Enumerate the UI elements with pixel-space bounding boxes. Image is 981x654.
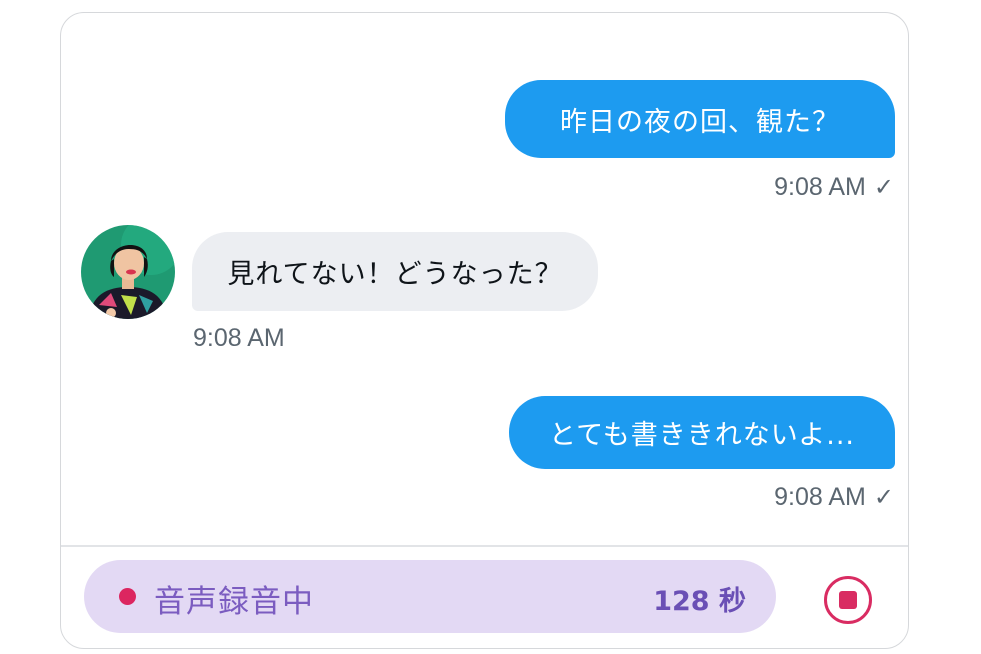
message-bubble-outgoing[interactable]: 昨日の夜の回、観た？ (505, 80, 895, 158)
message-text: 見れてない！どうなった？ (227, 259, 563, 290)
message-timestamp: 9:08 AM (193, 324, 285, 352)
avatar-image (81, 225, 175, 319)
recording-label: 音声録音中 (154, 584, 314, 620)
message-timestamp: 9:08 AM ✓ (774, 483, 894, 511)
avatar[interactable] (81, 225, 175, 319)
voice-recorder-bar[interactable]: 音声録音中 128 秒 (84, 560, 776, 633)
message-text: とても書ききれないよ... (548, 420, 856, 451)
check-icon: ✓ (873, 484, 894, 511)
recording-counter: 128 秒 (653, 586, 746, 617)
composer-divider (61, 545, 908, 547)
message-bubble-outgoing[interactable]: とても書ききれないよ... (509, 396, 895, 469)
chat-window: 昨日の夜の回、観た？ 9:08 AM ✓ 見れてない！どうなった？ 9:08 A… (60, 12, 909, 649)
stop-icon (839, 591, 857, 609)
recording-indicator-icon (119, 588, 136, 605)
message-list[interactable]: 昨日の夜の回、観た？ 9:08 AM ✓ 見れてない！どうなった？ 9:08 A… (61, 13, 908, 545)
message-bubble-incoming[interactable]: 見れてない！どうなった？ (192, 232, 598, 311)
stop-recording-button[interactable] (824, 576, 872, 624)
message-text: 昨日の夜の回、観た？ (560, 106, 840, 138)
message-timestamp: 9:08 AM ✓ (774, 173, 894, 201)
check-icon: ✓ (873, 174, 894, 201)
